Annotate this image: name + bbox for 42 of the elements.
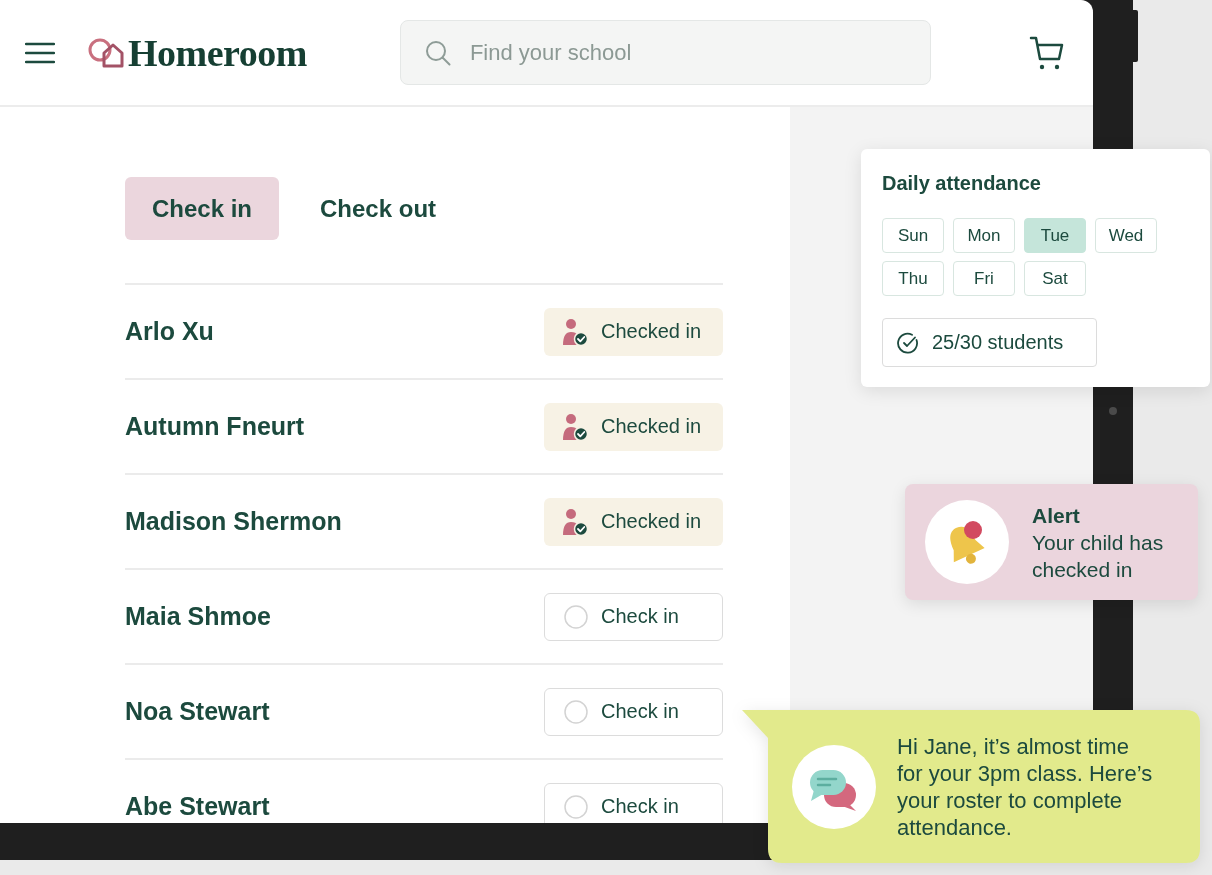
empty-circle-icon	[564, 699, 588, 724]
person-check-icon	[562, 317, 588, 346]
day-chip[interactable]: Fri	[953, 261, 1015, 296]
status-label: Checked in	[601, 510, 702, 533]
alert-title: Alert	[1032, 502, 1081, 529]
student-name: Noa Stewart	[125, 697, 270, 726]
bell-icon	[925, 500, 1009, 584]
student-count: 25/30 students	[932, 331, 1064, 354]
student-name: Madison Shermon	[125, 507, 342, 536]
tab[interactable]: Check in	[125, 177, 280, 240]
status-label: Checked in	[601, 320, 702, 343]
person-check-icon	[562, 507, 588, 536]
student-name: Abe Stewart	[125, 792, 270, 821]
person-check-icon	[562, 412, 588, 441]
camera-dot-icon	[1109, 407, 1117, 415]
day-chip[interactable]: Thu	[882, 261, 944, 296]
search-field[interactable]: Find your school	[399, 20, 931, 85]
day-chip[interactable]: Tue	[1024, 218, 1086, 253]
empty-circle-icon	[564, 794, 588, 819]
check-in-button[interactable]: Check in	[544, 592, 723, 641]
alert-message: Your child has checked in	[1032, 529, 1165, 583]
card-title: Daily attendance	[882, 171, 1041, 195]
brand-name: Homeroom	[128, 30, 307, 75]
check-circle-icon	[897, 331, 919, 354]
day-chip[interactable]: Mon	[953, 218, 1015, 253]
day-chip[interactable]: Sun	[882, 218, 944, 253]
search-icon	[424, 39, 451, 66]
tab[interactable]: Check out	[293, 177, 464, 240]
student-name: Autumn Fneurt	[125, 412, 305, 441]
status-label: Checked in	[601, 415, 702, 438]
menu-icon[interactable]	[25, 41, 55, 64]
message-text: Hi Jane, it’s almost time for your 3pm class. Here’s your roster to complete attendance.	[897, 732, 1154, 841]
chat-bubbles-icon	[792, 744, 876, 829]
logo-icon	[88, 36, 126, 69]
day-chip[interactable]: Wed	[1095, 218, 1157, 253]
student-name: Maia Shmoe	[125, 602, 271, 631]
cart-icon[interactable]	[1029, 34, 1065, 71]
day-chip[interactable]: Sat	[1024, 261, 1086, 296]
empty-circle-icon	[564, 604, 588, 629]
student-name: Arlo Xu	[125, 317, 214, 346]
check-in-button[interactable]: Check in	[544, 782, 723, 823]
check-in-button[interactable]: Check in	[544, 687, 723, 736]
